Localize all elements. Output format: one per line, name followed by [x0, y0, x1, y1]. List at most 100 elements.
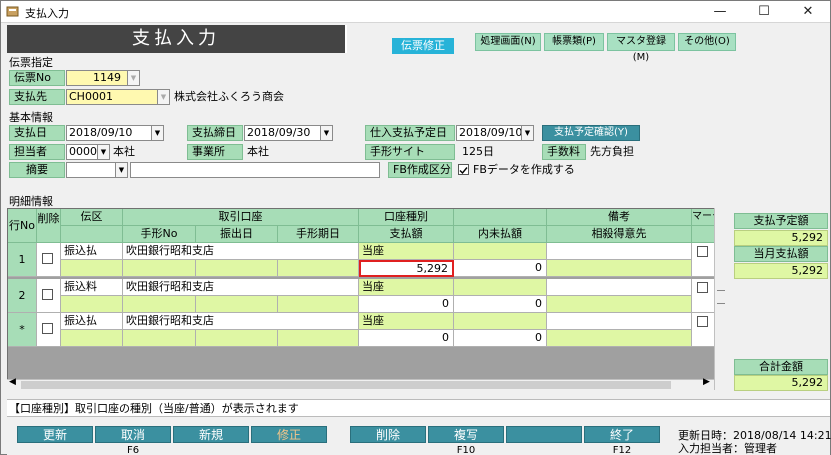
staff-label: 担当者: [9, 144, 65, 160]
row-offset-customer[interactable]: [547, 296, 692, 313]
scroll-left-icon[interactable]: ◀: [9, 377, 16, 387]
pay-date-field[interactable]: 2018/09/10 ▼: [66, 125, 164, 141]
row-mark-checkbox[interactable]: [697, 246, 708, 257]
section-basic: 基本情報: [9, 111, 53, 124]
new-button[interactable]: 新規: [173, 426, 249, 443]
row-unpaid[interactable]: 0: [454, 296, 547, 313]
app-window: 支払入力 — ☐ ✕ 支払入力 伝票修正 処理画面(N) 帳票類(P) マスタ登…: [0, 0, 831, 455]
voucher-no-value: 1149: [93, 71, 121, 84]
maximize-button[interactable]: ☐: [742, 1, 786, 23]
memo-text-field[interactable]: [130, 162, 380, 178]
row-issue-date[interactable]: [196, 260, 278, 277]
copy-button[interactable]: 複写: [428, 426, 504, 443]
row-delete-checkbox[interactable]: [42, 289, 53, 300]
minimize-button[interactable]: —: [698, 1, 742, 23]
row-delete-cell: [37, 243, 61, 277]
office-label: 事業所: [187, 144, 243, 160]
chevron-down-icon[interactable]: ▼: [320, 126, 332, 140]
edit-button[interactable]: 修正: [251, 426, 327, 443]
row-kind[interactable]: 振込払: [61, 313, 123, 330]
chevron-down-icon[interactable]: ▼: [127, 71, 139, 85]
row-due-date[interactable]: [278, 296, 359, 313]
blank-fkey-button[interactable]: [506, 426, 582, 443]
delete-button[interactable]: 削除: [350, 426, 426, 443]
row-mark-cell: [692, 313, 716, 347]
menu-master[interactable]: マスタ登録(M): [607, 33, 675, 63]
vertical-scrollbar[interactable]: [714, 208, 727, 390]
scroll-thumb[interactable]: [21, 381, 671, 389]
row-delete-checkbox[interactable]: [42, 323, 53, 334]
row-blank-2: [61, 296, 123, 313]
row-bill-no[interactable]: [123, 296, 196, 313]
cutoff-date-field[interactable]: 2018/09/30 ▼: [244, 125, 333, 141]
row-kind[interactable]: 振込払: [61, 243, 123, 260]
menu-processing[interactable]: 処理画面(N): [475, 33, 541, 51]
row-blank-2: [61, 260, 123, 277]
planned-date-field[interactable]: 2018/09/10 ▼: [456, 125, 534, 141]
row-remarks[interactable]: [547, 243, 692, 260]
row-issue-date[interactable]: [196, 296, 278, 313]
scroll-right-icon[interactable]: ▶: [703, 377, 710, 387]
row-number: 1: [8, 243, 37, 277]
row-amount[interactable]: 0: [359, 330, 454, 347]
row-account[interactable]: 吹田銀行昭和支店: [123, 243, 359, 260]
row-amount[interactable]: 0: [359, 296, 454, 313]
row-account[interactable]: 吹田銀行昭和支店: [123, 279, 359, 296]
row-amount[interactable]: 5,292: [359, 260, 454, 277]
row-number: *: [8, 313, 37, 347]
row-bill-no[interactable]: [123, 260, 196, 277]
chevron-down-icon[interactable]: ▼: [151, 126, 163, 140]
row-acct-type: 当座: [359, 279, 454, 296]
scroll-grip-icon[interactable]: [717, 290, 725, 304]
col-header-blank: [454, 209, 547, 226]
row-mark-checkbox[interactable]: [697, 316, 708, 327]
col-header-blank-2: [61, 226, 123, 243]
row-unpaid[interactable]: 0: [454, 330, 547, 347]
chevron-down-icon[interactable]: ▼: [115, 163, 127, 177]
payee-code-field[interactable]: CH0001 ▼: [66, 89, 170, 105]
section-voucher: 伝票指定: [9, 56, 53, 69]
mode-badge: 伝票修正: [392, 38, 454, 54]
chevron-down-icon[interactable]: ▼: [97, 145, 109, 159]
status-message: 【口座種別】取引口座の種別（当座/普通）が表示されます: [7, 399, 830, 417]
staff-code-field[interactable]: 0000 ▼: [66, 144, 110, 160]
col-header-delete: 削除: [37, 209, 61, 243]
menu-other[interactable]: その他(O): [678, 33, 736, 51]
row-unpaid[interactable]: 0: [454, 260, 547, 277]
copy-key-hint: F10: [456, 445, 476, 455]
cancel-button[interactable]: 取消: [95, 426, 171, 443]
col-header-bill-no: 手形No: [123, 226, 196, 243]
col-header-mark: マーク: [692, 209, 716, 226]
planned-check-button[interactable]: 支払予定確認(Y): [542, 125, 640, 141]
row-delete-checkbox[interactable]: [42, 253, 53, 264]
row-remarks[interactable]: [547, 279, 692, 296]
fb-checkbox[interactable]: [458, 164, 469, 175]
row-issue-date[interactable]: [196, 330, 278, 347]
total-amount-label: 合計金額: [734, 359, 828, 375]
row-offset-customer[interactable]: [547, 260, 692, 277]
row-due-date[interactable]: [278, 330, 359, 347]
row-bill-no[interactable]: [123, 330, 196, 347]
close-button[interactable]: ✕: [786, 1, 830, 23]
horizontal-scrollbar[interactable]: ◀ ▶: [7, 377, 714, 390]
col-header-due-date: 手形期日: [278, 226, 359, 243]
exit-button[interactable]: 終了: [584, 426, 660, 443]
row-remarks[interactable]: [547, 313, 692, 330]
page-title: 支払入力: [7, 25, 347, 53]
update-button[interactable]: 更新: [17, 426, 93, 443]
col-header-kind: 伝区: [61, 209, 123, 226]
chevron-down-icon[interactable]: ▼: [521, 126, 533, 140]
memo-label: 摘要: [9, 162, 65, 178]
row-kind[interactable]: 振込料: [61, 279, 123, 296]
cutoff-label: 支払締日: [187, 125, 243, 141]
row-mark-checkbox[interactable]: [697, 282, 708, 293]
row-offset-customer[interactable]: [547, 330, 692, 347]
total-amount-value: 5,292: [734, 375, 828, 391]
pay-date-label: 支払日: [9, 125, 65, 141]
row-account[interactable]: 吹田銀行昭和支店: [123, 313, 359, 330]
memo-code-field[interactable]: ▼: [66, 162, 128, 178]
chevron-down-icon[interactable]: ▼: [157, 90, 169, 104]
row-due-date[interactable]: [278, 260, 359, 277]
menu-reports[interactable]: 帳票類(P): [544, 33, 604, 51]
voucher-no-field[interactable]: 1149 ▼: [66, 70, 140, 86]
